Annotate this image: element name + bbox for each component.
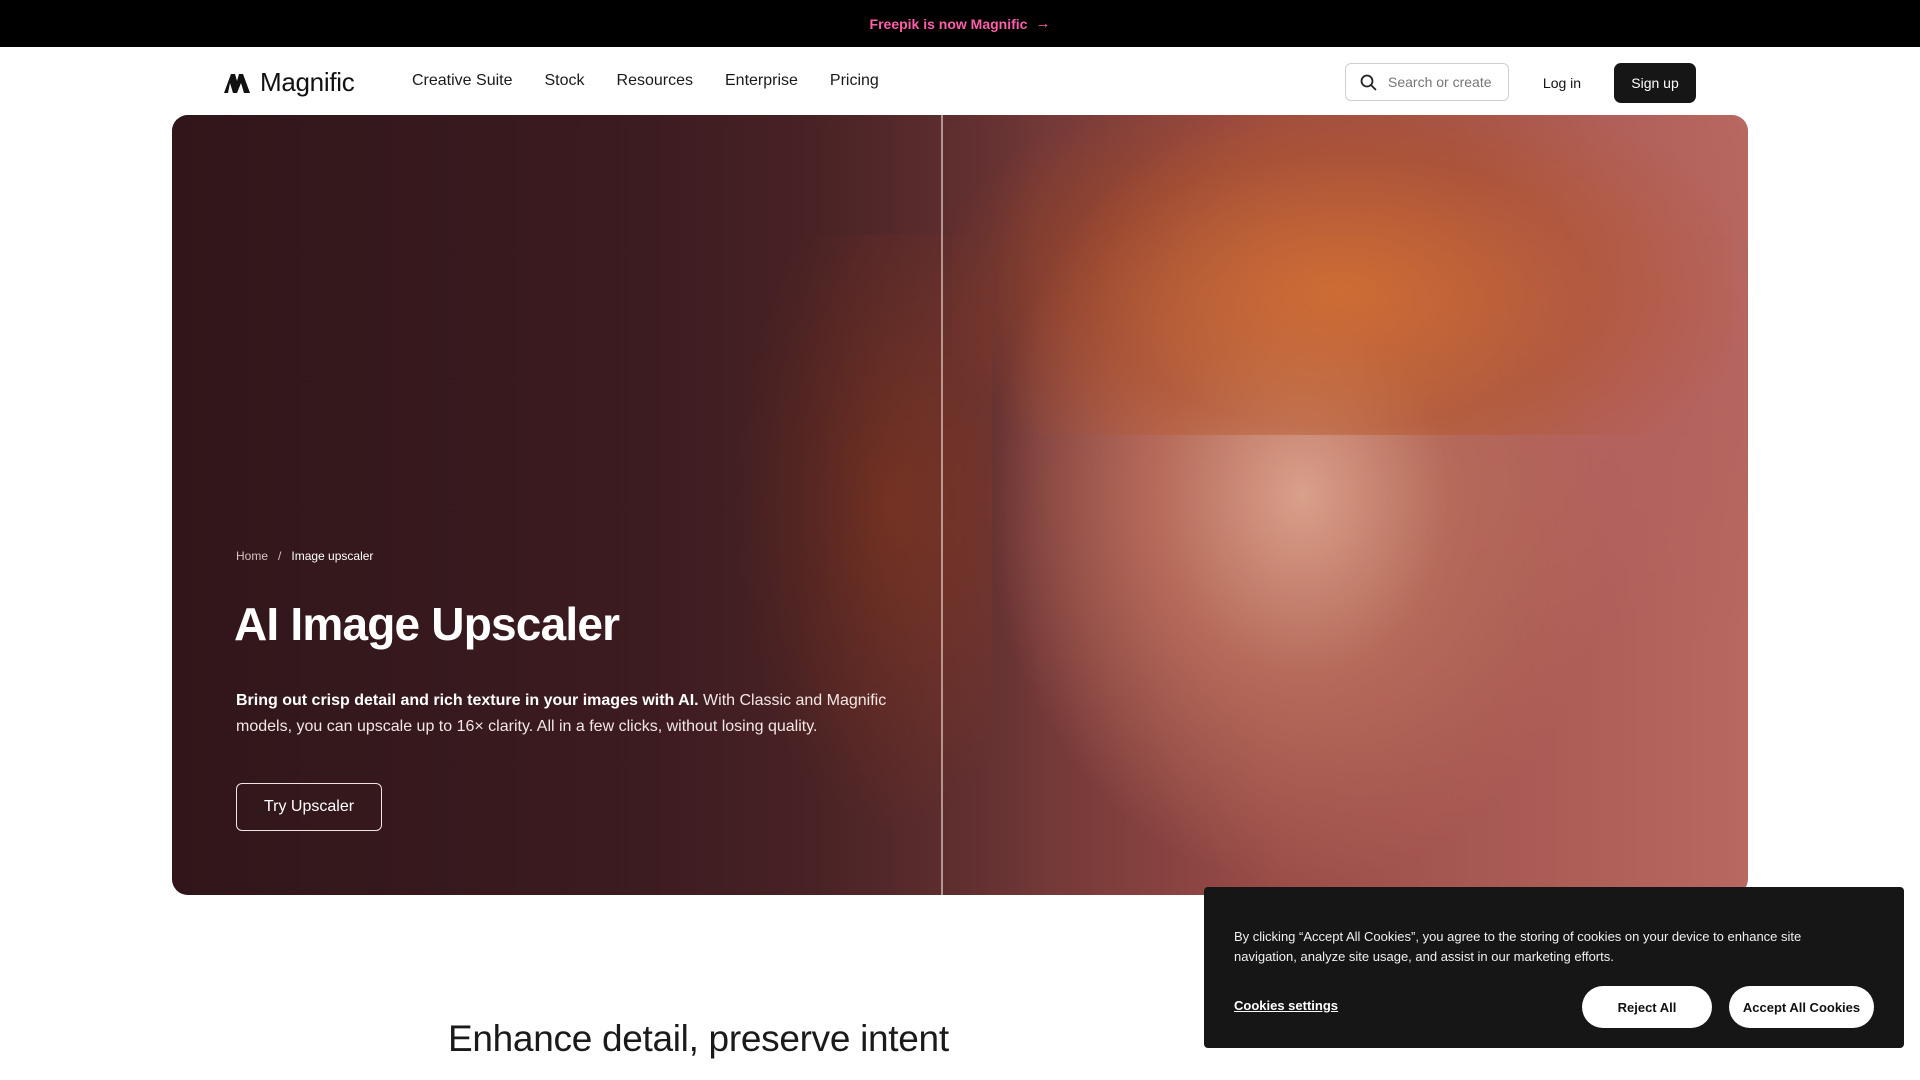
logo-text: Magnific	[260, 67, 355, 97]
hero-image-shade	[172, 115, 1748, 895]
hero-description: Bring out crisp detail and rich texture …	[236, 688, 916, 740]
comparison-slider-handle[interactable]	[941, 115, 943, 895]
login-button[interactable]: Log in	[1522, 63, 1602, 103]
breadcrumb-current: Image upscaler	[291, 549, 374, 563]
search-input[interactable]	[1386, 73, 1508, 91]
try-upscaler-button[interactable]: Try Upscaler	[236, 783, 382, 831]
signup-button[interactable]: Sign up	[1614, 63, 1696, 103]
arrow-right-icon: →	[1035, 15, 1051, 32]
nav-item-resources[interactable]: Resources	[617, 72, 693, 90]
nav-item-pricing[interactable]: Pricing	[830, 72, 879, 90]
main-nav: Creative Suite Stock Resources Enterpris…	[412, 47, 879, 115]
breadcrumb-separator: /	[278, 549, 282, 563]
breadcrumb: Home / Image upscaler	[236, 549, 373, 563]
cookie-text: By clicking “Accept All Cookies”, you ag…	[1234, 929, 1802, 964]
site-header: Magnific Creative Suite Stock Resources …	[0, 47, 1920, 115]
hero-description-bold: Bring out crisp detail and rich texture …	[236, 692, 699, 709]
search-box[interactable]	[1345, 63, 1509, 101]
nav-item-creative-suite[interactable]: Creative Suite	[412, 72, 513, 90]
announcement-text[interactable]: Freepik is now Magnific	[870, 16, 1028, 32]
search-icon	[1360, 74, 1377, 90]
breadcrumb-home[interactable]: Home	[236, 549, 268, 563]
accept-all-cookies-button[interactable]: Accept All Cookies	[1729, 986, 1874, 1028]
nav-item-enterprise[interactable]: Enterprise	[725, 72, 798, 90]
nav-item-stock[interactable]: Stock	[545, 72, 585, 90]
reject-all-button[interactable]: Reject All	[1582, 986, 1712, 1028]
hero-banner: Home / Image upscaler AI Image Upscaler …	[172, 115, 1748, 895]
cookie-banner: By clicking “Accept All Cookies”, you ag…	[1204, 887, 1904, 1048]
logo[interactable]: Magnific	[223, 67, 355, 98]
cookies-settings-link[interactable]: Cookies settings	[1234, 998, 1338, 1013]
magnific-logo-icon	[224, 73, 250, 93]
announcement-bar[interactable]: Freepik is now Magnific →	[0, 0, 1920, 47]
section-heading: Enhance detail, preserve intent	[448, 1018, 949, 1059]
page-title: AI Image Upscaler	[234, 598, 620, 650]
